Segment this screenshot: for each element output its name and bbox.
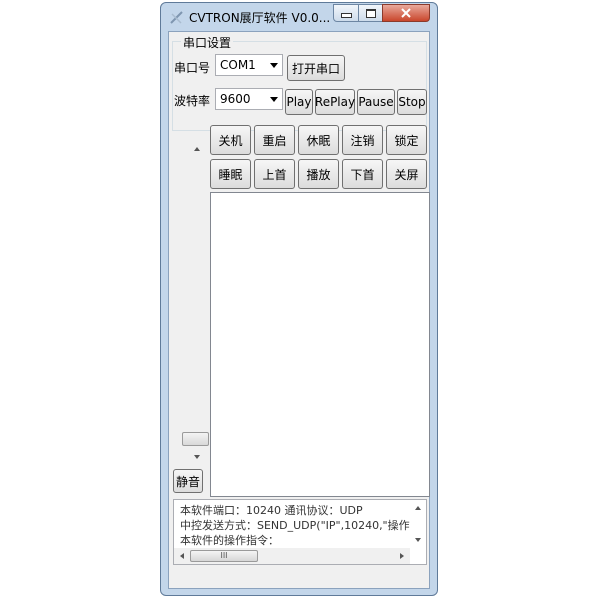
close-icon xyxy=(401,8,411,18)
hibernate-button[interactable]: 休眠 xyxy=(298,125,339,155)
play-track-button[interactable]: 播放 xyxy=(298,159,339,189)
mute-button[interactable]: 静音 xyxy=(173,469,203,493)
play-button[interactable]: Play xyxy=(285,89,313,115)
info-line: 本软件的操作指令： xyxy=(180,534,279,547)
window-title: CVTRON展厅软件 V0.0... xyxy=(189,11,331,25)
port-value: COM1 xyxy=(220,58,256,72)
maximize-button[interactable] xyxy=(358,4,383,22)
scroll-down-icon[interactable] xyxy=(415,538,421,542)
port-label: 串口号 xyxy=(174,61,211,75)
scroll-thumb[interactable] xyxy=(182,432,209,446)
group-title: 串口设置 xyxy=(181,34,234,51)
info-line: 本软件端口：10240 通讯协议：UDP xyxy=(180,504,363,517)
title-bar[interactable]: CVTRON展厅软件 V0.0... xyxy=(161,3,437,31)
client-area: 串口设置 串口号 COM1 打开串口 波特率 9600 Play RePlay … xyxy=(168,31,430,589)
next-track-button[interactable]: 下首 xyxy=(342,159,383,189)
scroll-up-icon[interactable] xyxy=(415,506,421,510)
chevron-down-icon xyxy=(270,63,278,68)
sleep-button[interactable]: 睡眠 xyxy=(210,159,251,189)
lock-button[interactable]: 锁定 xyxy=(386,125,427,155)
info-textbox[interactable]: 本软件端口：10240 通讯协议：UDP 中控发送方式：SEND_UDP("IP… xyxy=(173,499,427,565)
baud-select[interactable]: 9600 xyxy=(215,88,283,110)
minimize-button[interactable] xyxy=(333,4,359,22)
chevron-down-icon xyxy=(270,97,278,102)
logoff-button[interactable]: 注销 xyxy=(342,125,383,155)
replay-button[interactable]: RePlay xyxy=(315,89,355,115)
open-port-button[interactable]: 打开串口 xyxy=(287,55,345,81)
close-button[interactable] xyxy=(382,4,430,22)
scroll-left-icon[interactable] xyxy=(180,553,184,559)
info-horizontal-scrollbar[interactable]: III xyxy=(174,548,410,564)
horizontal-scroll-thumb[interactable]: III xyxy=(190,550,258,562)
serial-settings-group: 串口设置 串口号 COM1 打开串口 波特率 9600 Play RePlay … xyxy=(172,34,427,131)
scroll-right-icon[interactable] xyxy=(400,553,404,559)
info-vertical-scrollbar[interactable] xyxy=(410,500,426,548)
minimize-icon xyxy=(340,12,352,18)
info-line: 中控发送方式：SEND_UDP("IP",10240,"操作 xyxy=(180,519,410,532)
baud-value: 9600 xyxy=(220,92,251,106)
baud-label: 波特率 xyxy=(174,94,211,108)
screen-off-button[interactable]: 关屏 xyxy=(386,159,427,189)
app-window: CVTRON展厅软件 V0.0... 串口设置 串口号 COM1 打开串口 波特… xyxy=(160,2,438,596)
stop-button[interactable]: Stop xyxy=(397,89,427,115)
previous-track-button[interactable]: 上首 xyxy=(254,159,295,189)
port-select[interactable]: COM1 xyxy=(215,54,283,76)
app-logo-icon xyxy=(170,11,183,24)
maximize-icon xyxy=(365,8,376,18)
output-area[interactable] xyxy=(210,192,430,497)
scroll-down-icon[interactable] xyxy=(194,455,200,459)
shutdown-button[interactable]: 关机 xyxy=(210,125,251,155)
pause-button[interactable]: Pause xyxy=(357,89,395,115)
restart-button[interactable]: 重启 xyxy=(254,125,295,155)
vertical-scrollbar[interactable] xyxy=(181,133,210,464)
scroll-up-icon[interactable] xyxy=(194,147,200,151)
